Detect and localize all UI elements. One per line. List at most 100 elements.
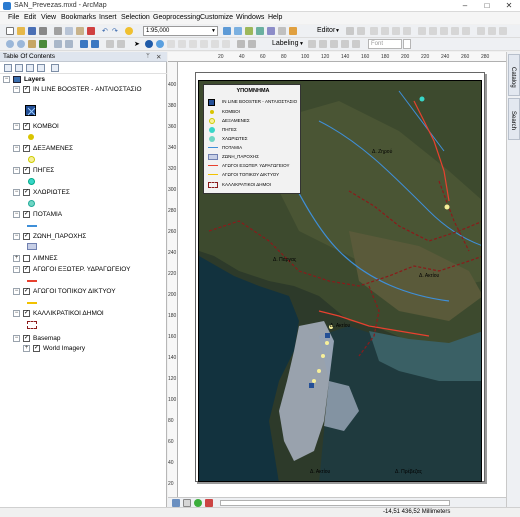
view-unplaced-icon[interactable] <box>352 40 360 48</box>
list-by-drawing-order-icon[interactable] <box>4 64 12 72</box>
layout-zoom-out-icon[interactable] <box>248 40 256 48</box>
menu-help[interactable]: Help <box>268 14 282 21</box>
layer-potamia[interactable]: − ✓ ΠΟΤΑΜΙΑ <box>0 210 167 220</box>
create-features-icon[interactable] <box>499 27 507 35</box>
editor-toolbar-icon[interactable] <box>223 27 231 35</box>
layer-kallikratikoi[interactable]: − ✓ ΚΑΛΛΙΚΡΑΤΙΚΟΙ ΔΗΜΟΙ <box>0 309 167 319</box>
python-icon[interactable] <box>278 27 286 35</box>
collapse-icon[interactable]: − <box>13 211 20 218</box>
collapse-icon[interactable]: − <box>13 145 20 152</box>
label-weight-icon[interactable] <box>330 40 338 48</box>
font-size-dropdown[interactable] <box>403 39 411 49</box>
split-icon[interactable] <box>451 27 459 35</box>
paste-icon[interactable] <box>76 27 84 35</box>
layer-world-imagery[interactable]: + ✓ World Imagery <box>0 344 167 354</box>
edit-annotation-icon[interactable] <box>357 27 365 35</box>
layer-visibility-checkbox[interactable]: ✓ <box>23 266 30 273</box>
menu-bookmarks[interactable]: Bookmarks <box>61 14 96 21</box>
map-data-frame[interactable]: ΥΠΟΜΝΗΜΑ IN LINE BOOSTER - ΑΝΤΛΙΟΣΤΑΣΙΟ … <box>198 80 482 482</box>
horizontal-scrollbar[interactable] <box>220 500 450 506</box>
edit-tool-icon[interactable] <box>346 27 354 35</box>
point-icon[interactable] <box>403 27 411 35</box>
font-name-dropdown[interactable]: Font <box>368 39 402 49</box>
search-window-icon[interactable] <box>256 27 264 35</box>
layer-agogoi-topikou[interactable]: − ✓ ΑΓΩΓΟΙ ΤΟΠΙΚΟΥ ΔΙΚΤΥΟΥ <box>0 287 167 297</box>
menu-geoprocessing[interactable]: Geoprocessing <box>153 14 200 21</box>
full-extent-icon[interactable] <box>39 40 47 48</box>
layer-zoni-parochis[interactable]: − ✓ ΖΩΝΗ_ΠΑΡΟΧΗΣ <box>0 232 167 242</box>
collapse-icon[interactable]: − <box>13 233 20 240</box>
sketch-properties-icon[interactable] <box>488 27 496 35</box>
layer-visibility-checkbox[interactable]: ✓ <box>23 123 30 130</box>
layout-view[interactable]: 20 40 60 80 100 120 140 160 180 200 220 … <box>168 52 506 507</box>
layer-visibility-checkbox[interactable]: ✓ <box>33 345 40 352</box>
list-by-visibility-icon[interactable] <box>26 64 34 72</box>
redo-icon[interactable]: ↷ <box>112 27 118 35</box>
layer-in-line-booster[interactable]: − ✓ IN LINE BOOSTER - ΑΝΤΛΙΟΣΤΑΣΙΟ <box>0 85 167 95</box>
layer-visibility-checkbox[interactable]: ✓ <box>23 335 30 342</box>
attributes-icon[interactable] <box>477 27 485 35</box>
collapse-icon[interactable]: − <box>13 123 20 130</box>
arctoolbox-icon[interactable] <box>267 27 275 35</box>
labeling-menu[interactable]: Labeling <box>272 40 298 47</box>
save-icon[interactable] <box>28 27 36 35</box>
edit-vertices-icon[interactable] <box>418 27 426 35</box>
layer-visibility-checkbox[interactable] <box>23 255 30 262</box>
hyperlink-icon[interactable] <box>156 40 164 48</box>
cut-polygons-icon[interactable] <box>440 27 448 35</box>
toc-options-icon[interactable] <box>51 64 59 72</box>
pause-drawing-icon[interactable] <box>205 499 213 507</box>
layer-visibility-checkbox[interactable]: ✓ <box>23 145 30 152</box>
straight-segment-icon[interactable] <box>370 27 378 35</box>
map-scale-dropdown[interactable]: 1:95,000 ▼ <box>143 26 218 36</box>
open-folder-icon[interactable] <box>17 27 25 35</box>
menu-edit[interactable]: Edit <box>24 14 36 21</box>
maximize-button[interactable]: □ <box>476 0 498 12</box>
end-point-arc-icon[interactable] <box>381 27 389 35</box>
select-elements-icon[interactable]: ➤ <box>134 40 140 48</box>
layer-komvoi[interactable]: − ✓ ΚΟΜΒΟΙ <box>0 122 167 132</box>
new-document-icon[interactable] <box>6 27 14 35</box>
print-icon[interactable] <box>39 27 47 35</box>
menu-file[interactable]: File <box>8 14 19 21</box>
layers-root[interactable]: − Layers <box>0 75 167 85</box>
menu-view[interactable]: View <box>41 14 56 21</box>
layer-visibility-checkbox[interactable]: ✓ <box>23 86 30 93</box>
zoom-out-icon[interactable] <box>17 40 25 48</box>
clear-selection-icon[interactable] <box>117 40 125 48</box>
search-tab[interactable]: Search <box>508 98 520 140</box>
collapse-icon[interactable]: − <box>13 335 20 342</box>
menu-customize[interactable]: Customize <box>200 14 233 21</box>
layer-visibility-checkbox[interactable]: ✓ <box>23 211 30 218</box>
layer-basemap[interactable]: − ✓ Basemap <box>0 334 167 344</box>
collapse-icon[interactable]: − <box>13 86 20 93</box>
time-slider-icon[interactable] <box>222 40 230 48</box>
copy-icon[interactable] <box>65 27 73 35</box>
zoom-in-icon[interactable] <box>6 40 14 48</box>
list-by-selection-icon[interactable] <box>37 64 45 72</box>
collapse-icon[interactable]: − <box>13 310 20 317</box>
menu-selection[interactable]: Selection <box>121 14 150 21</box>
label-manager-icon[interactable] <box>308 40 316 48</box>
layer-dexamenes[interactable]: − ✓ ΔΕΞΑΜΕΝΕΣ <box>0 144 167 154</box>
list-by-source-icon[interactable] <box>15 64 23 72</box>
html-popup-icon[interactable] <box>167 40 175 48</box>
close-button[interactable]: ✕ <box>498 0 520 12</box>
menu-insert[interactable]: Insert <box>99 14 117 21</box>
collapse-icon[interactable]: − <box>13 266 20 273</box>
measure-icon[interactable] <box>178 40 186 48</box>
add-data-icon[interactable] <box>125 27 133 35</box>
fixed-zoom-in-icon[interactable] <box>54 40 62 48</box>
menu-windows[interactable]: Windows <box>236 14 264 21</box>
modelbuilder-icon[interactable] <box>289 27 297 35</box>
expand-icon[interactable]: + <box>13 255 20 262</box>
trace-icon[interactable] <box>392 27 400 35</box>
label-priority-icon[interactable] <box>319 40 327 48</box>
refresh-icon[interactable] <box>194 499 202 507</box>
pan-icon[interactable] <box>28 40 36 48</box>
collapse-icon[interactable]: − <box>13 288 20 295</box>
back-extent-icon[interactable] <box>80 40 88 48</box>
catalog-tab[interactable]: Catalog <box>508 54 520 96</box>
delete-icon[interactable] <box>87 27 95 35</box>
fixed-zoom-out-icon[interactable] <box>65 40 73 48</box>
